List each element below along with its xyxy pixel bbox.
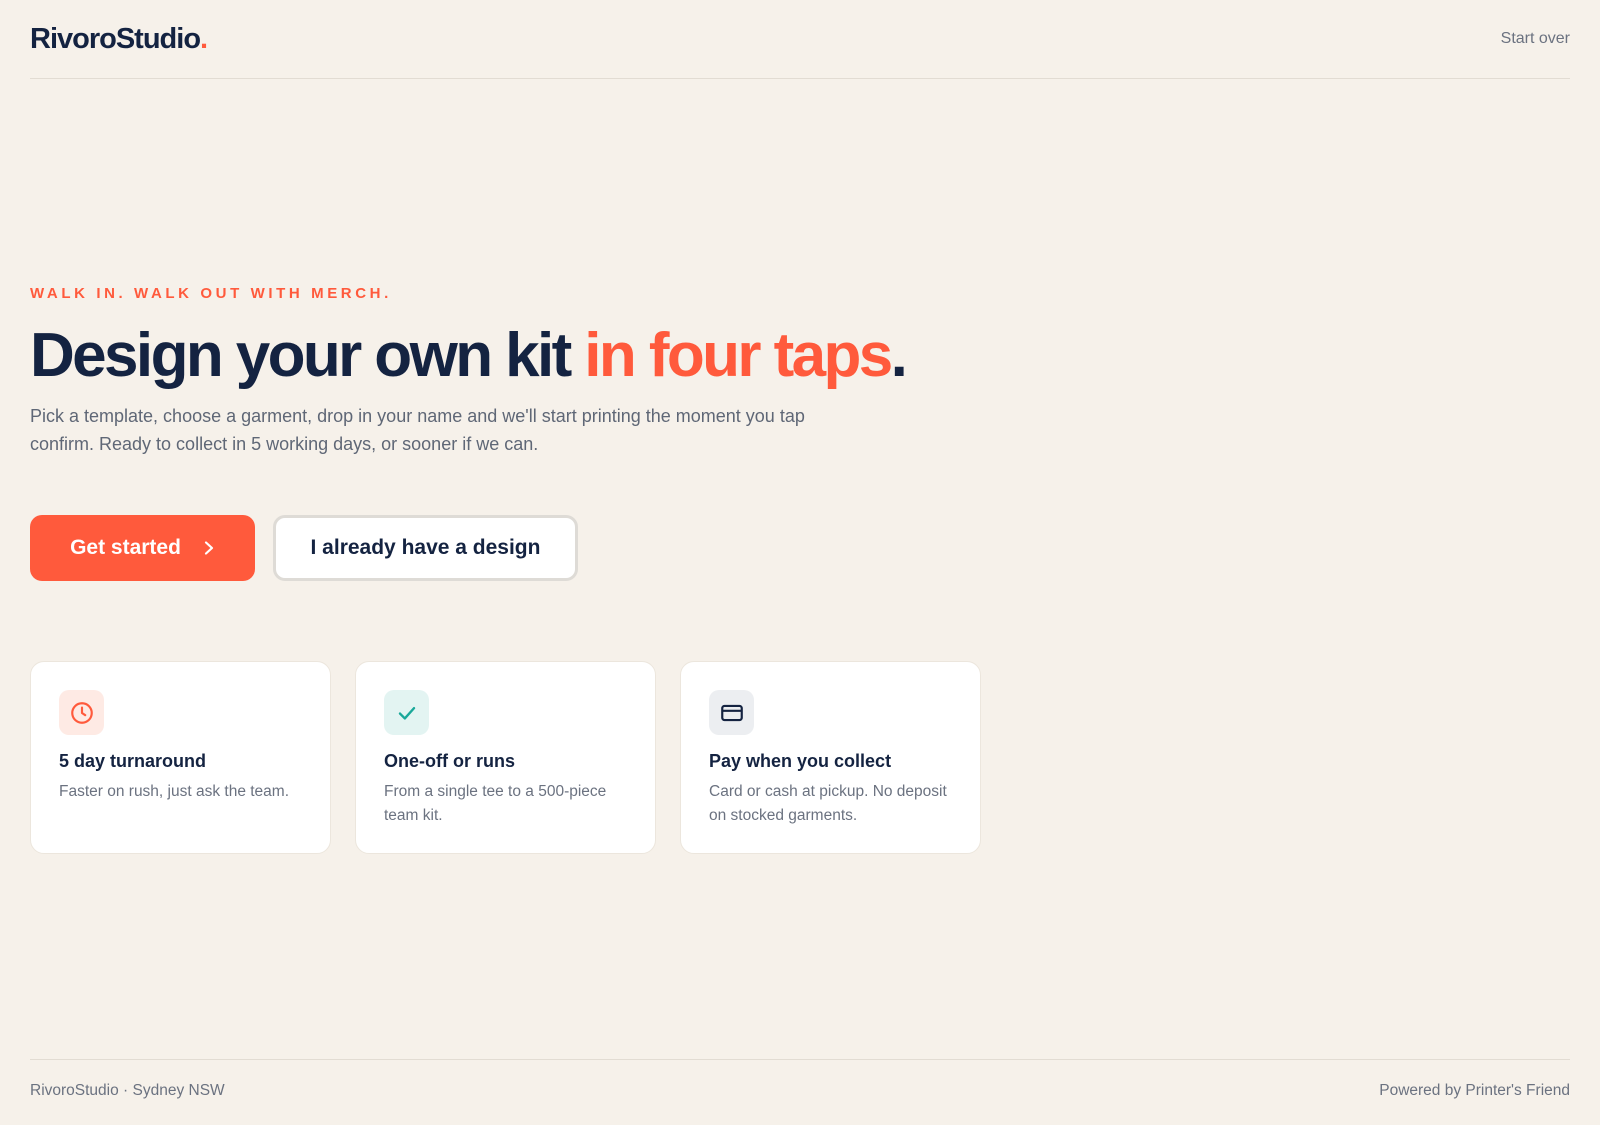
- hero-description: Pick a template, choose a garment, drop …: [30, 406, 805, 454]
- feature-card-turnaround: 5 day turnaround Faster on rush, just as…: [30, 661, 331, 854]
- chevron-right-icon: [204, 541, 214, 555]
- feature-description: From a single tee to a 500-piece team ki…: [384, 783, 607, 824]
- start-over-link[interactable]: Start over: [1501, 30, 1570, 48]
- get-started-button[interactable]: Get started: [30, 515, 255, 581]
- feature-cards: 5 day turnaround Faster on rush, just as…: [30, 661, 981, 854]
- brand-logo[interactable]: RivoroStudio.: [30, 22, 208, 56]
- brand-dot: .: [200, 22, 208, 55]
- credit-card-icon: [709, 690, 754, 735]
- feature-card-runs: One-off or runs From a single tee to a 5…: [355, 661, 656, 854]
- headline-main: Design your own kit: [30, 321, 585, 390]
- headline-accent: in four taps: [584, 321, 893, 390]
- feature-description: Card or cash at pickup. No deposit on st…: [709, 783, 947, 824]
- hero-eyebrow: WALK IN. WALK OUT WITH MERCH.: [30, 285, 392, 302]
- page-title: Design your own kit in four taps.: [30, 321, 908, 390]
- footer-powered-by: Powered by Printer's Friend: [1379, 1082, 1570, 1099]
- get-started-label: Get started: [70, 536, 181, 559]
- footer-location: RivoroStudio · Sydney NSW: [30, 1082, 225, 1099]
- feature-description: Faster on rush, just ask the team.: [59, 783, 290, 800]
- page-footer: RivoroStudio · Sydney NSW Powered by Pri…: [30, 1059, 1570, 1125]
- feature-title: 5 day turnaround: [59, 751, 207, 771]
- feature-card-payment: Pay when you collect Card or cash at pic…: [680, 661, 981, 854]
- brand-name: RivoroStudio: [30, 22, 201, 55]
- feature-title: One-off or runs: [384, 751, 515, 771]
- feature-title: Pay when you collect: [709, 751, 892, 771]
- existing-design-button[interactable]: I already have a design: [273, 515, 578, 581]
- headline-period: .: [890, 321, 908, 390]
- check-icon: [384, 690, 429, 735]
- top-bar: RivoroStudio. Start over: [30, 0, 1570, 79]
- landing-page: RivoroStudio. Start over WALK IN. WALK O…: [0, 0, 1600, 1125]
- clock-icon: [59, 690, 104, 735]
